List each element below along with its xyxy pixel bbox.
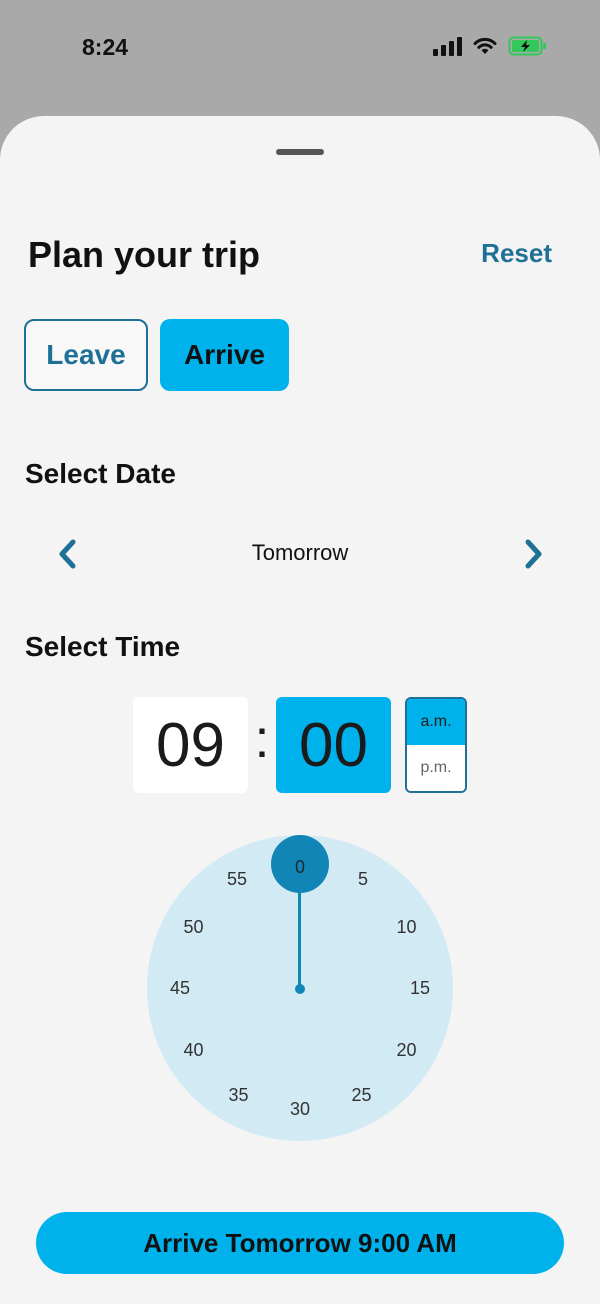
- time-separator: :: [254, 709, 270, 769]
- next-date-chevron-icon[interactable]: [519, 534, 549, 574]
- clock-minute-15[interactable]: 15: [400, 976, 440, 1000]
- hour-field[interactable]: 09: [133, 697, 248, 793]
- clock-minute-5[interactable]: 5: [343, 867, 383, 891]
- sheet-grabber[interactable]: [276, 149, 324, 155]
- confirm-trip-button[interactable]: Arrive Tomorrow 9:00 AM: [36, 1212, 564, 1274]
- previous-date-chevron-icon[interactable]: [52, 534, 82, 574]
- reset-button[interactable]: Reset: [481, 238, 552, 269]
- page-title: Plan your trip: [28, 234, 261, 275]
- clock-minute-50[interactable]: 50: [173, 915, 213, 939]
- status-icons: [433, 36, 548, 56]
- clock-minute-25[interactable]: 25: [342, 1083, 382, 1107]
- wifi-icon: [473, 37, 497, 54]
- clock-minute-55[interactable]: 55: [217, 867, 257, 891]
- select-time-label: Select Time: [25, 631, 181, 662]
- trip-planner-sheet: Plan your trip Reset Leave Arrive Select…: [0, 116, 600, 1304]
- clock-minute-20[interactable]: 20: [387, 1038, 427, 1062]
- select-date-label: Select Date: [25, 458, 176, 489]
- clock-minute-0[interactable]: 0: [280, 855, 320, 879]
- selected-date: Tomorrow: [251, 540, 349, 565]
- cellular-signal-icon: [433, 36, 462, 56]
- arrive-toggle-button[interactable]: Arrive: [160, 319, 289, 391]
- leave-toggle-button[interactable]: Leave: [24, 319, 148, 391]
- clock-minute-35[interactable]: 35: [219, 1083, 259, 1107]
- am-option[interactable]: a.m.: [407, 699, 465, 745]
- clock-minute-30[interactable]: 30: [280, 1097, 320, 1121]
- clock-center-dot: [295, 984, 305, 994]
- clock-minute-45[interactable]: 45: [160, 976, 200, 1000]
- battery-charging-icon: [508, 36, 546, 56]
- status-bar: 8:24: [0, 0, 600, 100]
- minute-field[interactable]: 00: [276, 697, 391, 793]
- pm-option[interactable]: p.m.: [407, 745, 465, 791]
- status-time: 8:24: [82, 34, 129, 60]
- clock-hand: [298, 893, 301, 989]
- clock-minute-40[interactable]: 40: [173, 1038, 213, 1062]
- clock-minute-10[interactable]: 10: [387, 915, 427, 939]
- screen: 8:24 Plan your trip Reset Leave Arrive S…: [0, 0, 600, 1304]
- am-pm-toggle: a.m. p.m.: [405, 697, 467, 793]
- minute-clock-dial[interactable]: 0 5 10 15 20 25 30 35 40 45 50 55: [147, 835, 453, 1141]
